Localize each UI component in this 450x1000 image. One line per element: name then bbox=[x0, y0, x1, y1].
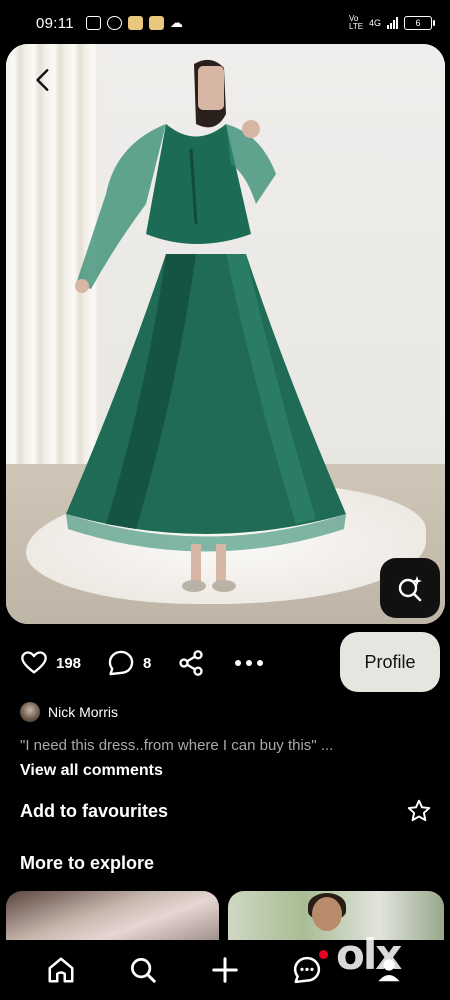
notification-icons: ☁ bbox=[85, 15, 183, 31]
profile-button[interactable]: Profile bbox=[340, 632, 440, 692]
notification-dot bbox=[319, 950, 328, 959]
status-bar: 09:11 ☁ Vo LTE 4G 6 bbox=[0, 0, 450, 46]
pin-actions: 198 8 Profile bbox=[20, 632, 440, 694]
plus-icon bbox=[212, 957, 238, 983]
green-dress-skirt bbox=[66, 214, 346, 594]
network-type: 4G bbox=[368, 18, 381, 28]
comment-count: 8 bbox=[143, 654, 152, 672]
messages-icon bbox=[293, 956, 321, 984]
battery-icon: 6 bbox=[404, 16, 435, 30]
coin-notification-icon bbox=[127, 16, 143, 30]
comment-button[interactable]: 8 bbox=[107, 649, 151, 677]
nav-search[interactable] bbox=[102, 940, 184, 1000]
comment-author-name: Nick Morris bbox=[48, 704, 118, 720]
share-button[interactable] bbox=[177, 649, 205, 677]
coin-notification-icon-2 bbox=[148, 16, 164, 30]
back-button[interactable] bbox=[22, 58, 66, 102]
comment-bubble-icon bbox=[108, 650, 134, 676]
pin-image[interactable] bbox=[6, 44, 445, 624]
volte-indicator: Vo LTE bbox=[348, 14, 364, 31]
comment-preview[interactable]: "I need this dress..from where I can buy… bbox=[20, 737, 333, 754]
home-icon bbox=[48, 957, 74, 983]
visual-search-icon bbox=[398, 576, 422, 602]
add-to-favourites-label: Add to favourites bbox=[20, 800, 169, 821]
like-button[interactable]: 198 bbox=[20, 649, 81, 677]
view-all-comments-link[interactable]: View all comments bbox=[20, 762, 163, 780]
status-right: Vo LTE 4G 6 bbox=[348, 14, 435, 31]
search-icon bbox=[131, 958, 156, 983]
visual-search-button[interactable] bbox=[380, 558, 440, 618]
more-options-button[interactable] bbox=[235, 660, 264, 666]
app-notification-icon bbox=[85, 16, 101, 30]
like-count: 198 bbox=[56, 654, 82, 672]
share-icon bbox=[179, 650, 204, 676]
chevron-left-icon bbox=[36, 69, 49, 91]
cloud-icon: ☁ bbox=[169, 15, 183, 30]
comment-author-row[interactable]: Nick Morris bbox=[20, 702, 118, 722]
chat-notification-icon bbox=[106, 16, 122, 30]
heart-icon bbox=[21, 651, 47, 674]
nav-home[interactable] bbox=[20, 940, 102, 1000]
signal-icon bbox=[387, 17, 398, 29]
status-time: 09:11 bbox=[36, 14, 74, 32]
avatar bbox=[20, 702, 40, 722]
add-to-favourites-row[interactable]: Add to favourites bbox=[20, 796, 432, 826]
more-to-explore-heading: More to explore bbox=[20, 853, 155, 873]
more-dots-icon bbox=[235, 660, 242, 666]
battery-level: 6 bbox=[415, 18, 421, 28]
nav-create[interactable] bbox=[184, 940, 266, 1000]
star-icon[interactable] bbox=[406, 798, 432, 824]
olx-watermark: olx bbox=[336, 930, 402, 979]
